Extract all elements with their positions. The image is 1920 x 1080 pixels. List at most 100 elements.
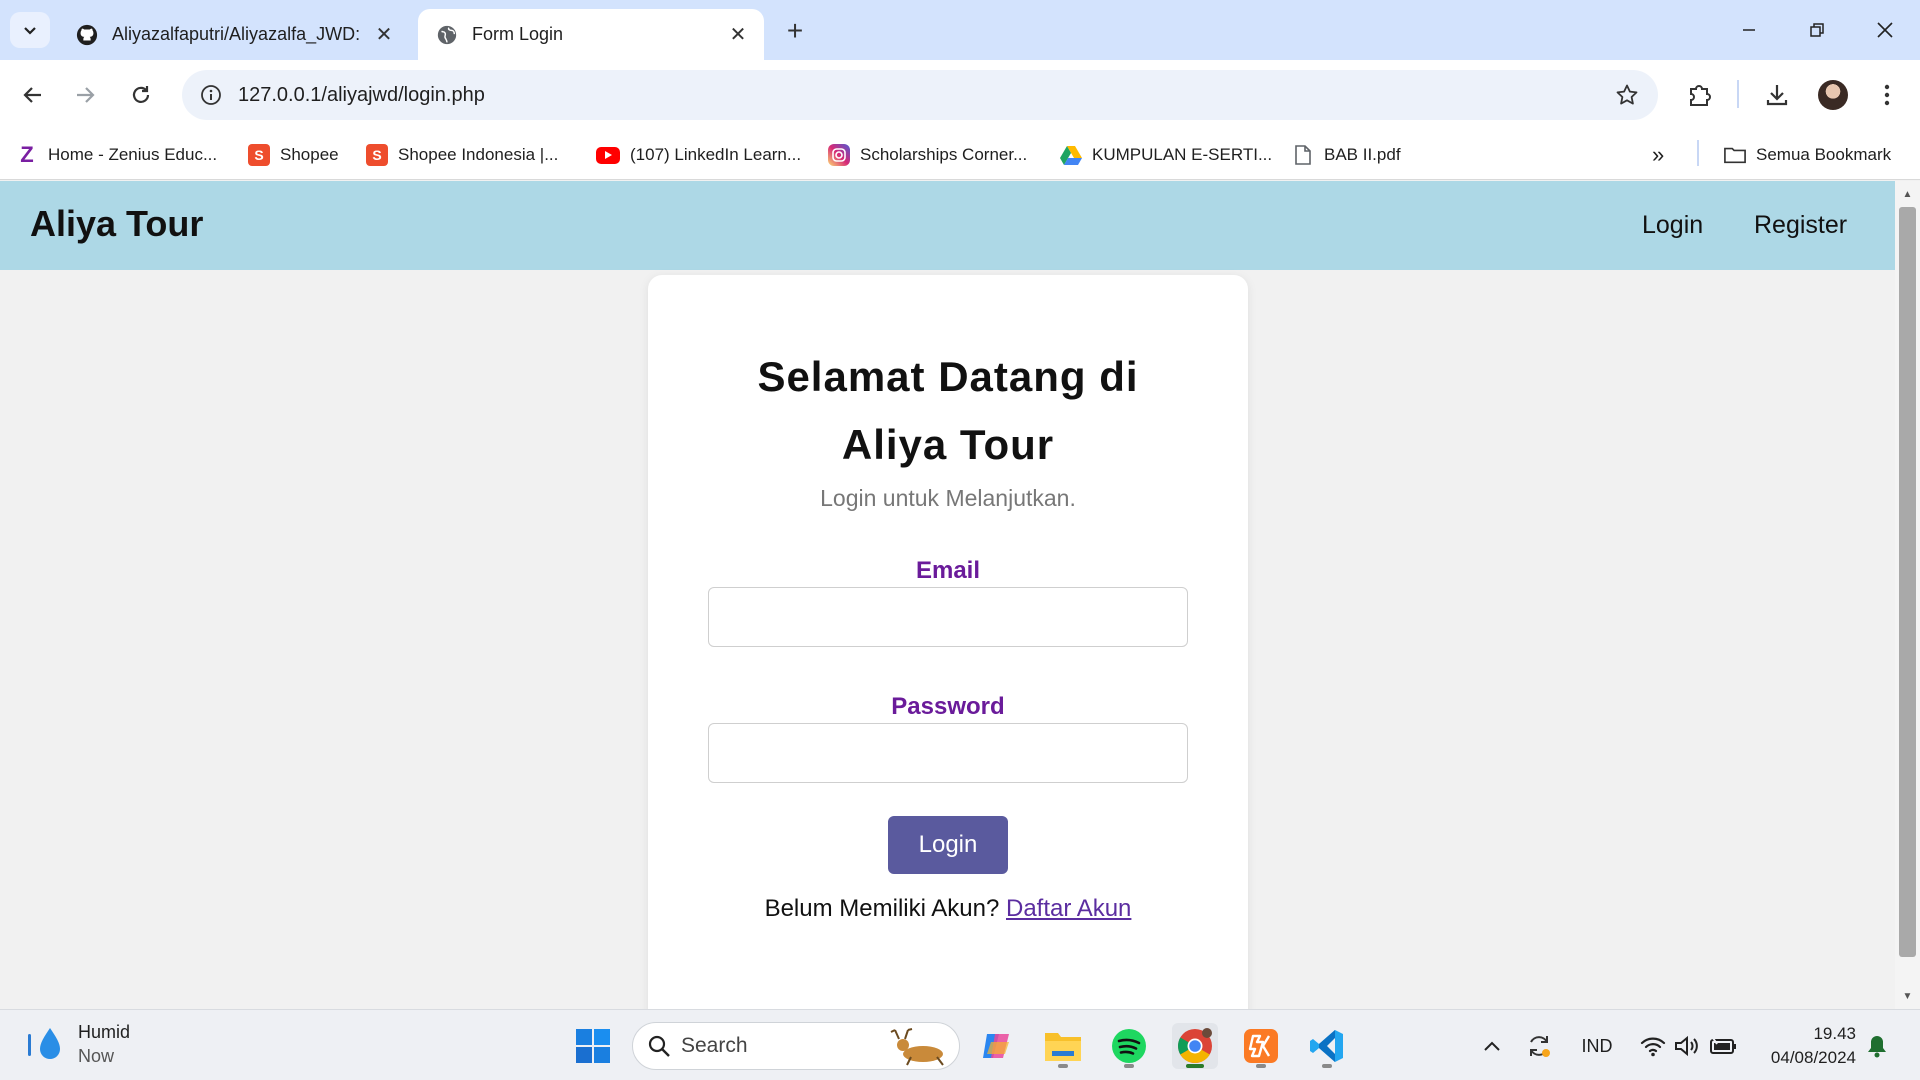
globe-icon — [437, 25, 457, 44]
tab-title: Form Login — [472, 24, 564, 44]
scroll-up-icon[interactable]: ▲ — [1899, 186, 1916, 202]
file-explorer-app[interactable] — [1040, 1023, 1086, 1069]
wifi-icon[interactable] — [1638, 1030, 1668, 1062]
more-vertical-icon — [1884, 84, 1890, 106]
shopee-icon: S — [366, 144, 388, 166]
bookmark-label: Home - Zenius Educ... — [48, 145, 218, 164]
tab-form-login[interactable]: Form Login ✕ — [418, 9, 764, 60]
vscode-app[interactable] — [1304, 1023, 1350, 1069]
search-placeholder: Search — [681, 1034, 748, 1057]
site-brand[interactable]: Aliya Tour — [30, 203, 203, 245]
water-drop-icon — [28, 1028, 60, 1059]
bookmarks-separator — [1697, 140, 1699, 166]
nav-login-link[interactable]: Login — [1642, 211, 1703, 240]
browser-toolbar: 127.0.0.1/aliyajwd/login.php — [0, 60, 1920, 130]
taskbar-search[interactable]: Search — [632, 1022, 960, 1070]
register-link[interactable]: Daftar Akun — [1006, 895, 1131, 922]
password-field[interactable] — [708, 723, 1188, 783]
spotify-app[interactable] — [1106, 1023, 1152, 1069]
register-prompt: Belum Memiliki Akun? Daftar Akun — [648, 895, 1248, 923]
reload-icon — [132, 86, 150, 103]
xampp-app[interactable] — [1238, 1023, 1284, 1069]
close-icon — [1877, 22, 1893, 38]
bookmark-label: BAB II.pdf — [1324, 145, 1401, 164]
downloads-button[interactable] — [1758, 76, 1796, 114]
document-icon — [1292, 144, 1314, 166]
extensions-button[interactable] — [1680, 76, 1718, 114]
github-icon — [76, 24, 98, 45]
xampp-icon — [1244, 1029, 1278, 1063]
web-page: Aliya Tour Login Register Selamat Datang… — [0, 181, 1895, 1009]
bookmark-label: Shopee — [280, 145, 339, 164]
battery-icon[interactable] — [1708, 1030, 1740, 1062]
sync-status-icon[interactable] — [1524, 1030, 1554, 1062]
tab-title: Aliyazalfaputri/Aliyazalfa_JWD: — [112, 24, 361, 44]
forward-button[interactable] — [66, 76, 104, 114]
address-bar[interactable]: 127.0.0.1/aliyajwd/login.php — [182, 70, 1658, 120]
notification-bell-icon[interactable] — [1862, 1030, 1892, 1062]
bookmark-label: KUMPULAN E-SERTI... — [1092, 145, 1273, 164]
back-button[interactable] — [14, 76, 52, 114]
tab-github[interactable]: Aliyazalfaputri/Aliyazalfa_JWD: ✕ — [58, 9, 410, 60]
start-button[interactable] — [570, 1023, 616, 1069]
chrome-app[interactable] — [1172, 1023, 1218, 1069]
bookmark-shopee[interactable]: S Shopee — [248, 140, 339, 170]
input-language-indicator[interactable]: IND — [1576, 1030, 1618, 1062]
profile-avatar[interactable] — [1818, 80, 1848, 110]
weather-widget[interactable]: Humid Now — [26, 1020, 130, 1068]
page-subtitle: Login untuk Melanjutkan. — [820, 485, 1076, 511]
toolbar-separator — [1737, 80, 1739, 108]
clock-date: 04/08/2024 — [1770, 1048, 1856, 1067]
clock-time: 19.43 — [1813, 1024, 1856, 1043]
site-info-icon[interactable] — [196, 80, 226, 110]
tab-search-button[interactable] — [10, 12, 50, 48]
title-line: Selamat Datang di — [757, 353, 1139, 400]
arrow-right-icon — [77, 87, 95, 103]
tab-strip: Aliyazalfaputri/Aliyazalfa_JWD: ✕ Form L… — [0, 0, 1920, 60]
close-tab-icon[interactable]: ✕ — [372, 23, 396, 47]
show-hidden-icons-button[interactable] — [1480, 1030, 1504, 1062]
restore-icon — [1810, 23, 1824, 37]
reload-button[interactable] — [122, 76, 160, 114]
close-tab-icon[interactable]: ✕ — [726, 23, 750, 47]
restore-button[interactable] — [1794, 12, 1840, 48]
login-card: Selamat Datang di Aliya Tour Login untuk… — [648, 275, 1248, 1009]
scrollbar-thumb[interactable] — [1899, 207, 1916, 957]
instagram-icon — [828, 144, 850, 166]
shopee-icon: S — [248, 144, 270, 166]
zenius-icon: Z — [20, 142, 34, 167]
folder-icon — [1045, 1033, 1081, 1061]
new-tab-button[interactable]: + — [778, 14, 812, 48]
puzzle-icon — [1690, 85, 1711, 106]
nav-register-link[interactable]: Register — [1754, 211, 1847, 240]
weather-title: Humid — [78, 1022, 131, 1042]
scroll-down-icon[interactable]: ▼ — [1899, 988, 1916, 1004]
password-label: Password — [891, 693, 1005, 720]
bookmark-star-icon[interactable] — [1612, 80, 1642, 110]
more-bookmarks-button[interactable]: » — [1652, 140, 1664, 170]
bookmark-label: Semua Bookmark — [1756, 145, 1892, 164]
chevron-down-icon — [24, 27, 36, 35]
system-clock[interactable]: 19.43 04/08/2024 — [1750, 1022, 1856, 1070]
email-field[interactable] — [708, 587, 1188, 647]
bookmark-bab-ii-pdf[interactable]: BAB II.pdf — [1292, 140, 1401, 170]
copilot-app[interactable] — [974, 1023, 1020, 1069]
menu-button[interactable] — [1868, 76, 1906, 114]
double-chevron-right-icon: » — [1652, 142, 1665, 167]
bookmark-scholarships[interactable]: Scholarships Corner... — [828, 140, 1027, 170]
bookmark-shopee-indonesia[interactable]: S Shopee Indonesia |... — [366, 140, 558, 170]
minimize-button[interactable] — [1726, 12, 1772, 48]
title-line: Aliya Tour — [841, 421, 1055, 468]
url-text[interactable]: 127.0.0.1/aliyajwd/login.php — [238, 84, 1612, 107]
weather-subtitle: Now — [78, 1046, 115, 1066]
search-icon — [648, 1035, 670, 1057]
close-window-button[interactable] — [1862, 12, 1908, 48]
windows-icon — [576, 1029, 610, 1063]
all-bookmarks-folder[interactable]: Semua Bookmark — [1724, 140, 1891, 170]
volume-icon[interactable] — [1672, 1030, 1702, 1062]
bookmark-linkedin-learning[interactable]: (107) LinkedIn Learn... — [596, 140, 801, 170]
windows-taskbar: Humid Now Search IND 19.43 04/08/2024 — [0, 1009, 1920, 1080]
bookmark-kumpulan-e-sertifikat[interactable]: KUMPULAN E-SERTI... — [1060, 140, 1272, 170]
bookmark-zenius[interactable]: Z Home - Zenius Educ... — [16, 140, 217, 170]
login-button[interactable]: Login — [888, 816, 1008, 874]
